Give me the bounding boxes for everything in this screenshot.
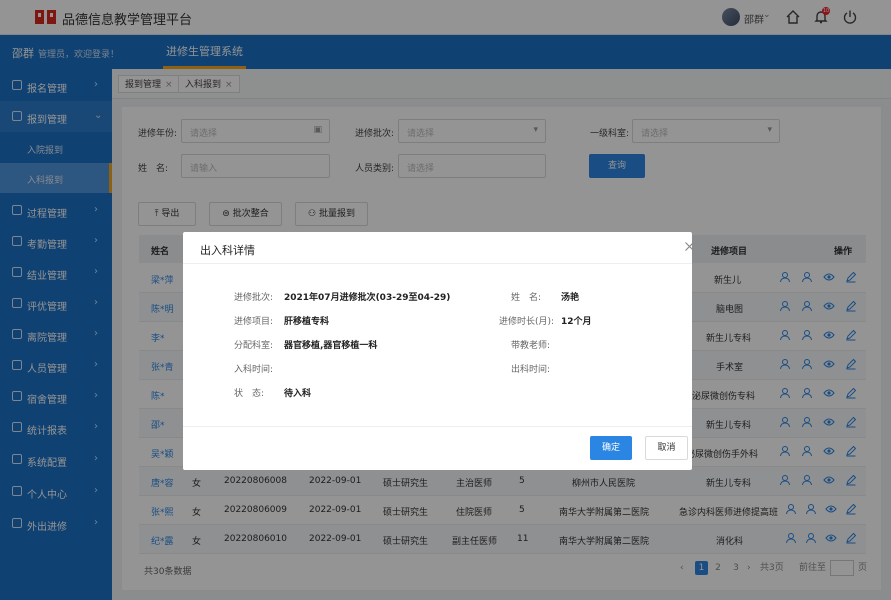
name-detail-label: 姓 名: [511,293,542,303]
teacher-detail-label: 带教老师: [511,341,551,351]
status-detail-value: 待入科 [284,389,312,399]
project-detail-value: 肝移植专科 [284,317,330,327]
dept-detail-value: 器官移植,器官移植一科 [284,341,378,351]
detail-modal: 出入科详情 进修批次: 2021年07月进修批次(03-29至04-29) 姓 … [183,232,695,470]
cancel-button[interactable]: 取消 [645,436,688,460]
dept-detail-label: 分配科室: [234,341,274,351]
close-icon[interactable] [684,241,695,252]
batch-detail-value: 2021年07月进修批次(03-29至04-29) [284,293,451,303]
duration-detail-label: 进修时长(月): [499,317,555,327]
in-time-detail-label: 入科时间: [234,365,274,375]
status-detail-label: 状 态: [234,389,265,399]
modal-title: 出入科详情 [200,244,255,257]
out-time-detail-label: 出科时间: [511,365,551,375]
confirm-button[interactable]: 确定 [590,436,632,460]
name-detail-value: 汤艳 [561,293,580,303]
duration-detail-value: 12个月 [561,317,592,327]
modal-divider [183,426,692,427]
batch-detail-label: 进修批次: [234,293,274,303]
project-detail-label: 进修项目: [234,317,274,327]
modal-header: 出入科详情 [183,232,695,264]
